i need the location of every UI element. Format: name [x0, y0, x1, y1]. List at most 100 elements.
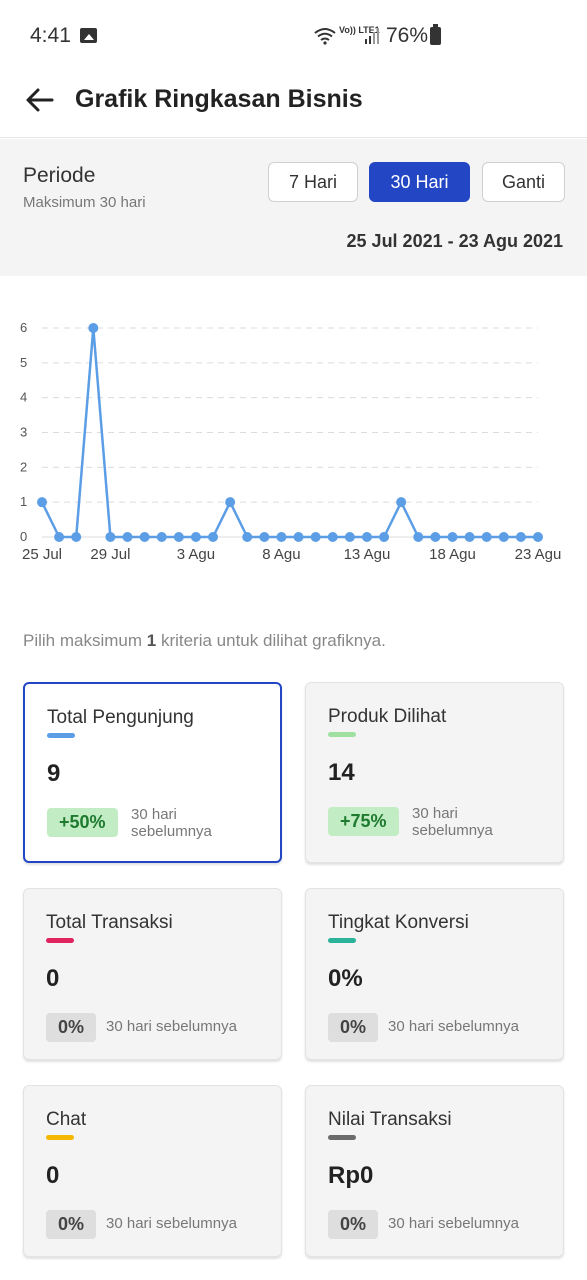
data-point: [533, 532, 543, 542]
card-value: Rp0: [328, 1162, 374, 1189]
data-point: [430, 532, 441, 542]
period-change-button[interactable]: Ganti: [482, 162, 565, 202]
change-badge: 0%: [328, 1210, 379, 1239]
series-color-indicator: [47, 733, 75, 738]
card-title: Produk Dilihat: [328, 706, 447, 727]
data-point: [208, 532, 219, 542]
metric-card-nilai-transaksi[interactable]: Nilai Transaksi Rp0 0% 30 hari sebelumny…: [305, 1085, 564, 1257]
metric-card-total-transaksi[interactable]: Total Transaksi 0 0% 30 hari sebelumnya: [23, 888, 282, 1060]
data-point: [447, 532, 458, 542]
back-arrow-icon[interactable]: [25, 86, 55, 114]
card-value: 0: [46, 965, 60, 992]
x-tick-label: 3 Agu: [177, 546, 215, 563]
period-section: Periode Maksimum 30 hari 7 Hari 30 Hari …: [0, 139, 587, 276]
y-tick-label: 1: [20, 494, 27, 509]
card-title: Nilai Transaksi: [328, 1109, 452, 1130]
x-tick-label: 25 Jul: [22, 546, 62, 563]
card-value: 9: [47, 760, 61, 787]
metric-card-tingkat-konversi[interactable]: Tingkat Konversi 0% 0% 30 hari sebelumny…: [305, 888, 564, 1060]
change-badge: +50%: [47, 808, 118, 837]
card-title: Tingkat Konversi: [328, 912, 469, 933]
data-point: [481, 532, 492, 542]
data-point: [396, 497, 407, 508]
series-color-indicator: [328, 1135, 356, 1140]
comparison-label: 30 hari sebelumnya: [388, 1018, 519, 1035]
period-7-days-button[interactable]: 7 Hari: [268, 162, 358, 202]
battery-percent: 76%: [386, 24, 429, 47]
data-point: [71, 532, 82, 542]
y-tick-label: 0: [20, 529, 27, 544]
series-color-indicator: [328, 938, 356, 943]
data-point: [259, 532, 270, 542]
gallery-icon: [80, 28, 97, 43]
comparison-label: 30 hari sebelumnya: [106, 1215, 237, 1232]
visitors-line-chart: 0 1 2 3 4 5 6 25 Jul 29 Jul 3 Agu 8 Agu 13 Agu 18 Ag…: [20, 320, 562, 563]
period-30-days-button[interactable]: 30 Hari: [369, 162, 470, 202]
data-point: [379, 532, 390, 542]
change-badge: 0%: [46, 1210, 97, 1239]
page-title: Grafik Ringkasan Bisnis: [75, 85, 363, 113]
card-title: Chat: [46, 1109, 87, 1130]
data-point: [413, 532, 424, 542]
data-point: [344, 532, 355, 542]
period-label: Periode: [23, 164, 96, 187]
data-point: [515, 532, 526, 542]
data-point: [54, 532, 65, 542]
data-point: [464, 532, 475, 542]
data-point: [122, 532, 133, 542]
data-point: [361, 532, 372, 542]
metric-card-produk-dilihat[interactable]: Produk Dilihat 14 +75% 30 hari sebelumny…: [305, 682, 564, 863]
metric-card-total-pengunjung[interactable]: Total Pengunjung 9 +50% 30 hari sebelumn…: [23, 682, 282, 863]
series-color-indicator: [46, 938, 74, 943]
card-title: Total Pengunjung: [47, 707, 194, 728]
data-point: [37, 497, 47, 508]
battery-icon: [430, 24, 441, 45]
x-tick-label: 29 Jul: [90, 546, 130, 563]
status-time: 4:41: [30, 24, 71, 47]
criteria-hint: Pilih maksimum 1 kriteria untuk dilihat …: [23, 631, 386, 651]
data-point: [310, 532, 321, 542]
period-sublabel: Maksimum 30 hari: [23, 194, 146, 211]
comparison-label: 30 hari sebelumnya: [388, 1215, 519, 1232]
y-tick-label: 3: [20, 425, 27, 440]
hint-prefix: Pilih maksimum: [23, 631, 147, 650]
data-point: [190, 532, 201, 542]
change-badge: 0%: [328, 1013, 379, 1042]
series-color-indicator: [328, 732, 356, 737]
date-range: 25 Jul 2021 - 23 Agu 2021: [346, 231, 563, 251]
comparison-label: 30 hari sebelumnya: [412, 805, 493, 839]
wifi-icon: [314, 28, 336, 45]
y-tick-label: 6: [20, 320, 27, 335]
change-badge: +75%: [328, 807, 399, 836]
data-point: [105, 532, 116, 542]
data-point: [173, 532, 184, 542]
y-tick-label: 2: [20, 459, 27, 474]
status-bar: 4:41 Vo)) LTE1 76%: [0, 0, 587, 72]
data-point: [225, 497, 236, 508]
data-point: [498, 532, 509, 542]
y-tick-label: 5: [20, 355, 27, 370]
x-tick-label: 18 Agu: [429, 546, 476, 563]
y-tick-label: 4: [20, 390, 27, 405]
card-value: 0%: [328, 965, 363, 992]
card-value: 14: [328, 759, 355, 786]
card-title: Total Transaksi: [46, 912, 173, 933]
series-color-indicator: [46, 1135, 74, 1140]
signal-icon: [365, 28, 379, 44]
card-value: 0: [46, 1162, 60, 1189]
x-tick-label: 23 Agu: [515, 546, 562, 563]
change-badge: 0%: [46, 1013, 97, 1042]
comparison-label: 30 hari sebelumnya: [131, 806, 212, 840]
x-tick-label: 8 Agu: [262, 546, 300, 563]
data-point: [293, 532, 304, 542]
data-point: [156, 532, 167, 542]
data-point: [139, 532, 150, 542]
hint-suffix: kriteria untuk dilihat grafiknya.: [156, 631, 386, 650]
hint-count: 1: [146, 631, 157, 650]
data-point: [276, 532, 287, 542]
x-tick-label: 13 Agu: [344, 546, 391, 563]
app-bar: Grafik Ringkasan Bisnis: [0, 72, 587, 138]
data-point: [242, 532, 253, 542]
metric-card-chat[interactable]: Chat 0 0% 30 hari sebelumnya: [23, 1085, 282, 1257]
data-point: [88, 323, 99, 333]
